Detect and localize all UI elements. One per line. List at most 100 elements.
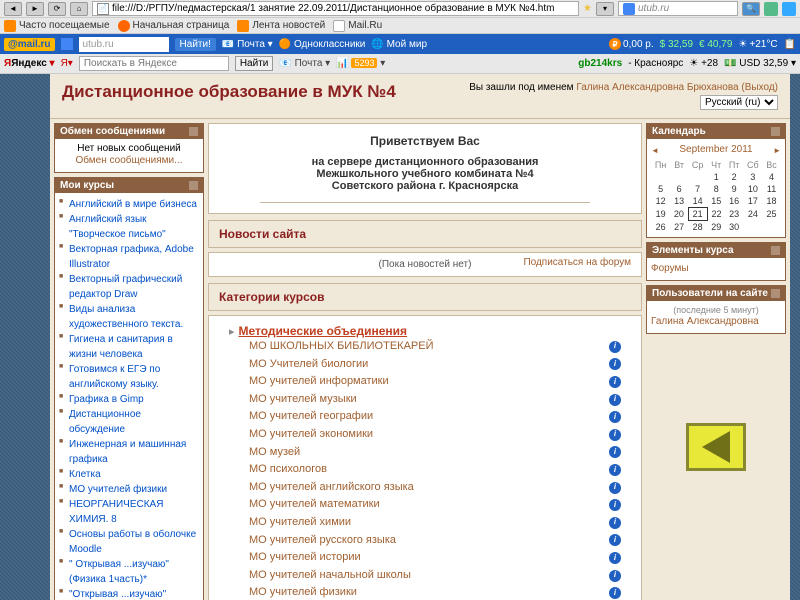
bookmark-item[interactable]: Mail.Ru — [333, 20, 382, 32]
mailru-search-input[interactable] — [79, 37, 169, 52]
search-provider-icon — [61, 38, 73, 50]
info-icon[interactable]: i — [609, 499, 621, 511]
category-link[interactable]: МО ШКОЛЬНЫХ БИБЛИОТЕКАРЕЙi — [229, 338, 621, 356]
back-button[interactable]: ◄ — [4, 2, 22, 16]
course-link[interactable]: " Открывая ...изучаю" (Физика 1часть)* — [59, 557, 199, 587]
info-icon[interactable]: i — [609, 534, 621, 546]
home-button[interactable]: ⌂ — [70, 2, 88, 16]
course-link[interactable]: Гигиена и санитария в жизни человека — [59, 332, 199, 362]
category-link[interactable]: МО учителей музыкиi — [229, 391, 621, 409]
yandex-mail-link[interactable]: 📧 Почта ▾ — [279, 58, 330, 69]
info-icon[interactable]: i — [609, 587, 621, 599]
course-link[interactable]: НЕОРГАНИЧЕСКАЯ ХИМИЯ. 8 — [59, 497, 199, 527]
course-link[interactable]: Инженерная и машинная графика — [59, 437, 199, 467]
course-link[interactable]: Готовимся к ЕГЭ по английскому языку. — [59, 362, 199, 392]
cal-month[interactable]: September 2011 — [679, 143, 752, 157]
info-icon[interactable]: i — [609, 552, 621, 564]
info-icon[interactable]: i — [609, 429, 621, 441]
category-link[interactable]: МО психологовi — [229, 461, 621, 479]
yandex-search-input[interactable] — [79, 56, 229, 71]
info-icon[interactable]: i — [609, 570, 621, 582]
category-link[interactable]: МО музейi — [229, 444, 621, 462]
course-link[interactable]: "Открывая ...изучаю" (Физика 2 часть) — [59, 587, 199, 600]
slideshow-prev-button[interactable] — [686, 423, 746, 471]
category-link[interactable]: МО учителей английского языкаi — [229, 479, 621, 497]
course-link[interactable]: Английский язык "Творческое письмо" — [59, 212, 199, 242]
dropdown-button[interactable]: ▾ — [596, 2, 614, 16]
messages-link[interactable]: Обмен сообщениями... — [59, 154, 199, 168]
course-link[interactable]: Виды анализа художественного текста. — [59, 302, 199, 332]
online-user-link[interactable]: Галина Александровна — [651, 315, 781, 329]
info-icon[interactable]: i — [609, 482, 621, 494]
ya-weather: ☀ +28 — [689, 58, 718, 69]
category-link[interactable]: МО учителей информатикиi — [229, 373, 621, 391]
info-icon[interactable]: i — [609, 341, 621, 353]
bookmark-item[interactable]: Начальная страница — [118, 20, 230, 32]
yandex-find-button[interactable]: Найти — [235, 56, 274, 71]
weather: ☀ +21°C — [738, 39, 777, 50]
course-link[interactable]: Клетка — [59, 467, 199, 482]
category-link[interactable]: МО учителей русского языкаi — [229, 532, 621, 550]
cal-next-icon[interactable]: ► — [773, 146, 781, 155]
mailru-logo[interactable]: @mail.ru — [4, 38, 55, 51]
calendar-grid[interactable]: ПнВтСрЧтПтСбВс12345678910111213141516171… — [651, 159, 781, 233]
mailru-ok-link[interactable]: 🟠 Одноклассники — [279, 39, 366, 50]
info-icon[interactable]: i — [609, 394, 621, 406]
page-title: Дистанционное образование в МУК №4 — [62, 82, 396, 102]
course-link[interactable]: Графика в Gimp — [59, 392, 199, 407]
category-group-link[interactable]: Методические объединения — [239, 324, 408, 338]
course-link[interactable]: Векторная графика, Adobe Illustrator — [59, 242, 199, 272]
subscribe-link[interactable]: Подписаться на форум — [523, 257, 631, 268]
course-link[interactable]: Векторный графический редактор Draw — [59, 272, 199, 302]
yandex-logo[interactable]: ЯЯндекс ▾ — [4, 58, 55, 69]
addon-icon-1[interactable] — [764, 2, 778, 16]
collapse-icon[interactable] — [771, 246, 780, 255]
category-link[interactable]: МО учителей начальной школыi — [229, 567, 621, 585]
forward-button[interactable]: ► — [26, 2, 44, 16]
info-icon[interactable]: i — [609, 376, 621, 388]
info-icon[interactable]: i — [609, 517, 621, 529]
info-icon[interactable]: i — [609, 464, 621, 476]
collapse-icon[interactable] — [189, 181, 198, 190]
info-icon[interactable]: i — [609, 358, 621, 370]
search-button[interactable]: 🔍 — [742, 2, 760, 16]
mailru-find-button[interactable]: Найти! — [175, 38, 216, 51]
forums-link[interactable]: Форумы — [651, 262, 781, 276]
mailru-world-link[interactable]: 🌐 Мой мир — [371, 39, 427, 50]
bookmark-star-icon[interactable]: ★ — [583, 3, 592, 14]
category-link[interactable]: МО учителей экономикиi — [229, 426, 621, 444]
category-link[interactable]: МО учителей физикиi — [229, 584, 621, 600]
toolbar-menu-icon[interactable]: 📋 — [784, 39, 796, 50]
category-link[interactable]: МО учителей химииi — [229, 514, 621, 532]
course-link[interactable]: Дистанционное обсуждение — [59, 407, 199, 437]
bookmark-item[interactable]: Лента новостей — [237, 20, 325, 32]
addon-icon-2[interactable] — [782, 2, 796, 16]
expand-icon[interactable]: ▸ — [229, 325, 235, 338]
city-code: gb214krs — [578, 58, 622, 69]
collapse-icon[interactable] — [189, 127, 198, 136]
info-icon[interactable]: i — [609, 446, 621, 458]
categories-header: Категории курсов — [208, 283, 642, 311]
course-link[interactable]: МО учителей физики — [59, 482, 199, 497]
cal-prev-icon[interactable]: ◄ — [651, 146, 659, 155]
mailru-mail-link[interactable]: 📧 Почта ▾ — [222, 39, 273, 50]
course-elements-block: Элементы курса Форумы — [646, 242, 786, 281]
category-link[interactable]: МО учителей историиi — [229, 549, 621, 567]
browser-search-input[interactable]: utub.ru — [618, 1, 738, 16]
course-link[interactable]: Английский в мире бизнеса — [59, 197, 199, 212]
category-link[interactable]: МО учителей математикиi — [229, 496, 621, 514]
page-body: Дистанционное образование в МУК №4 Вы за… — [50, 74, 790, 600]
url-bar[interactable]: 📄 file:///D:/РГПУ/педмастерская/1 заняти… — [92, 1, 579, 16]
yandex-counter[interactable]: 📊 5293 ▾ — [336, 58, 385, 69]
collapse-icon[interactable] — [771, 127, 780, 136]
logout-link[interactable]: (Выход) — [741, 82, 778, 93]
info-icon[interactable]: i — [609, 411, 621, 423]
language-select[interactable]: Русский (ru) — [700, 95, 778, 110]
reload-button[interactable]: ⟳ — [48, 2, 66, 16]
category-link[interactable]: МО Учителей биологииi — [229, 356, 621, 374]
bookmark-item[interactable]: Часто посещаемые — [4, 20, 110, 32]
user-link[interactable]: Галина Александровна Брюханова — [576, 82, 738, 93]
collapse-icon[interactable] — [771, 289, 780, 298]
category-link[interactable]: МО учителей географииi — [229, 408, 621, 426]
course-link[interactable]: Основы работы в оболочке Moodle — [59, 527, 199, 557]
